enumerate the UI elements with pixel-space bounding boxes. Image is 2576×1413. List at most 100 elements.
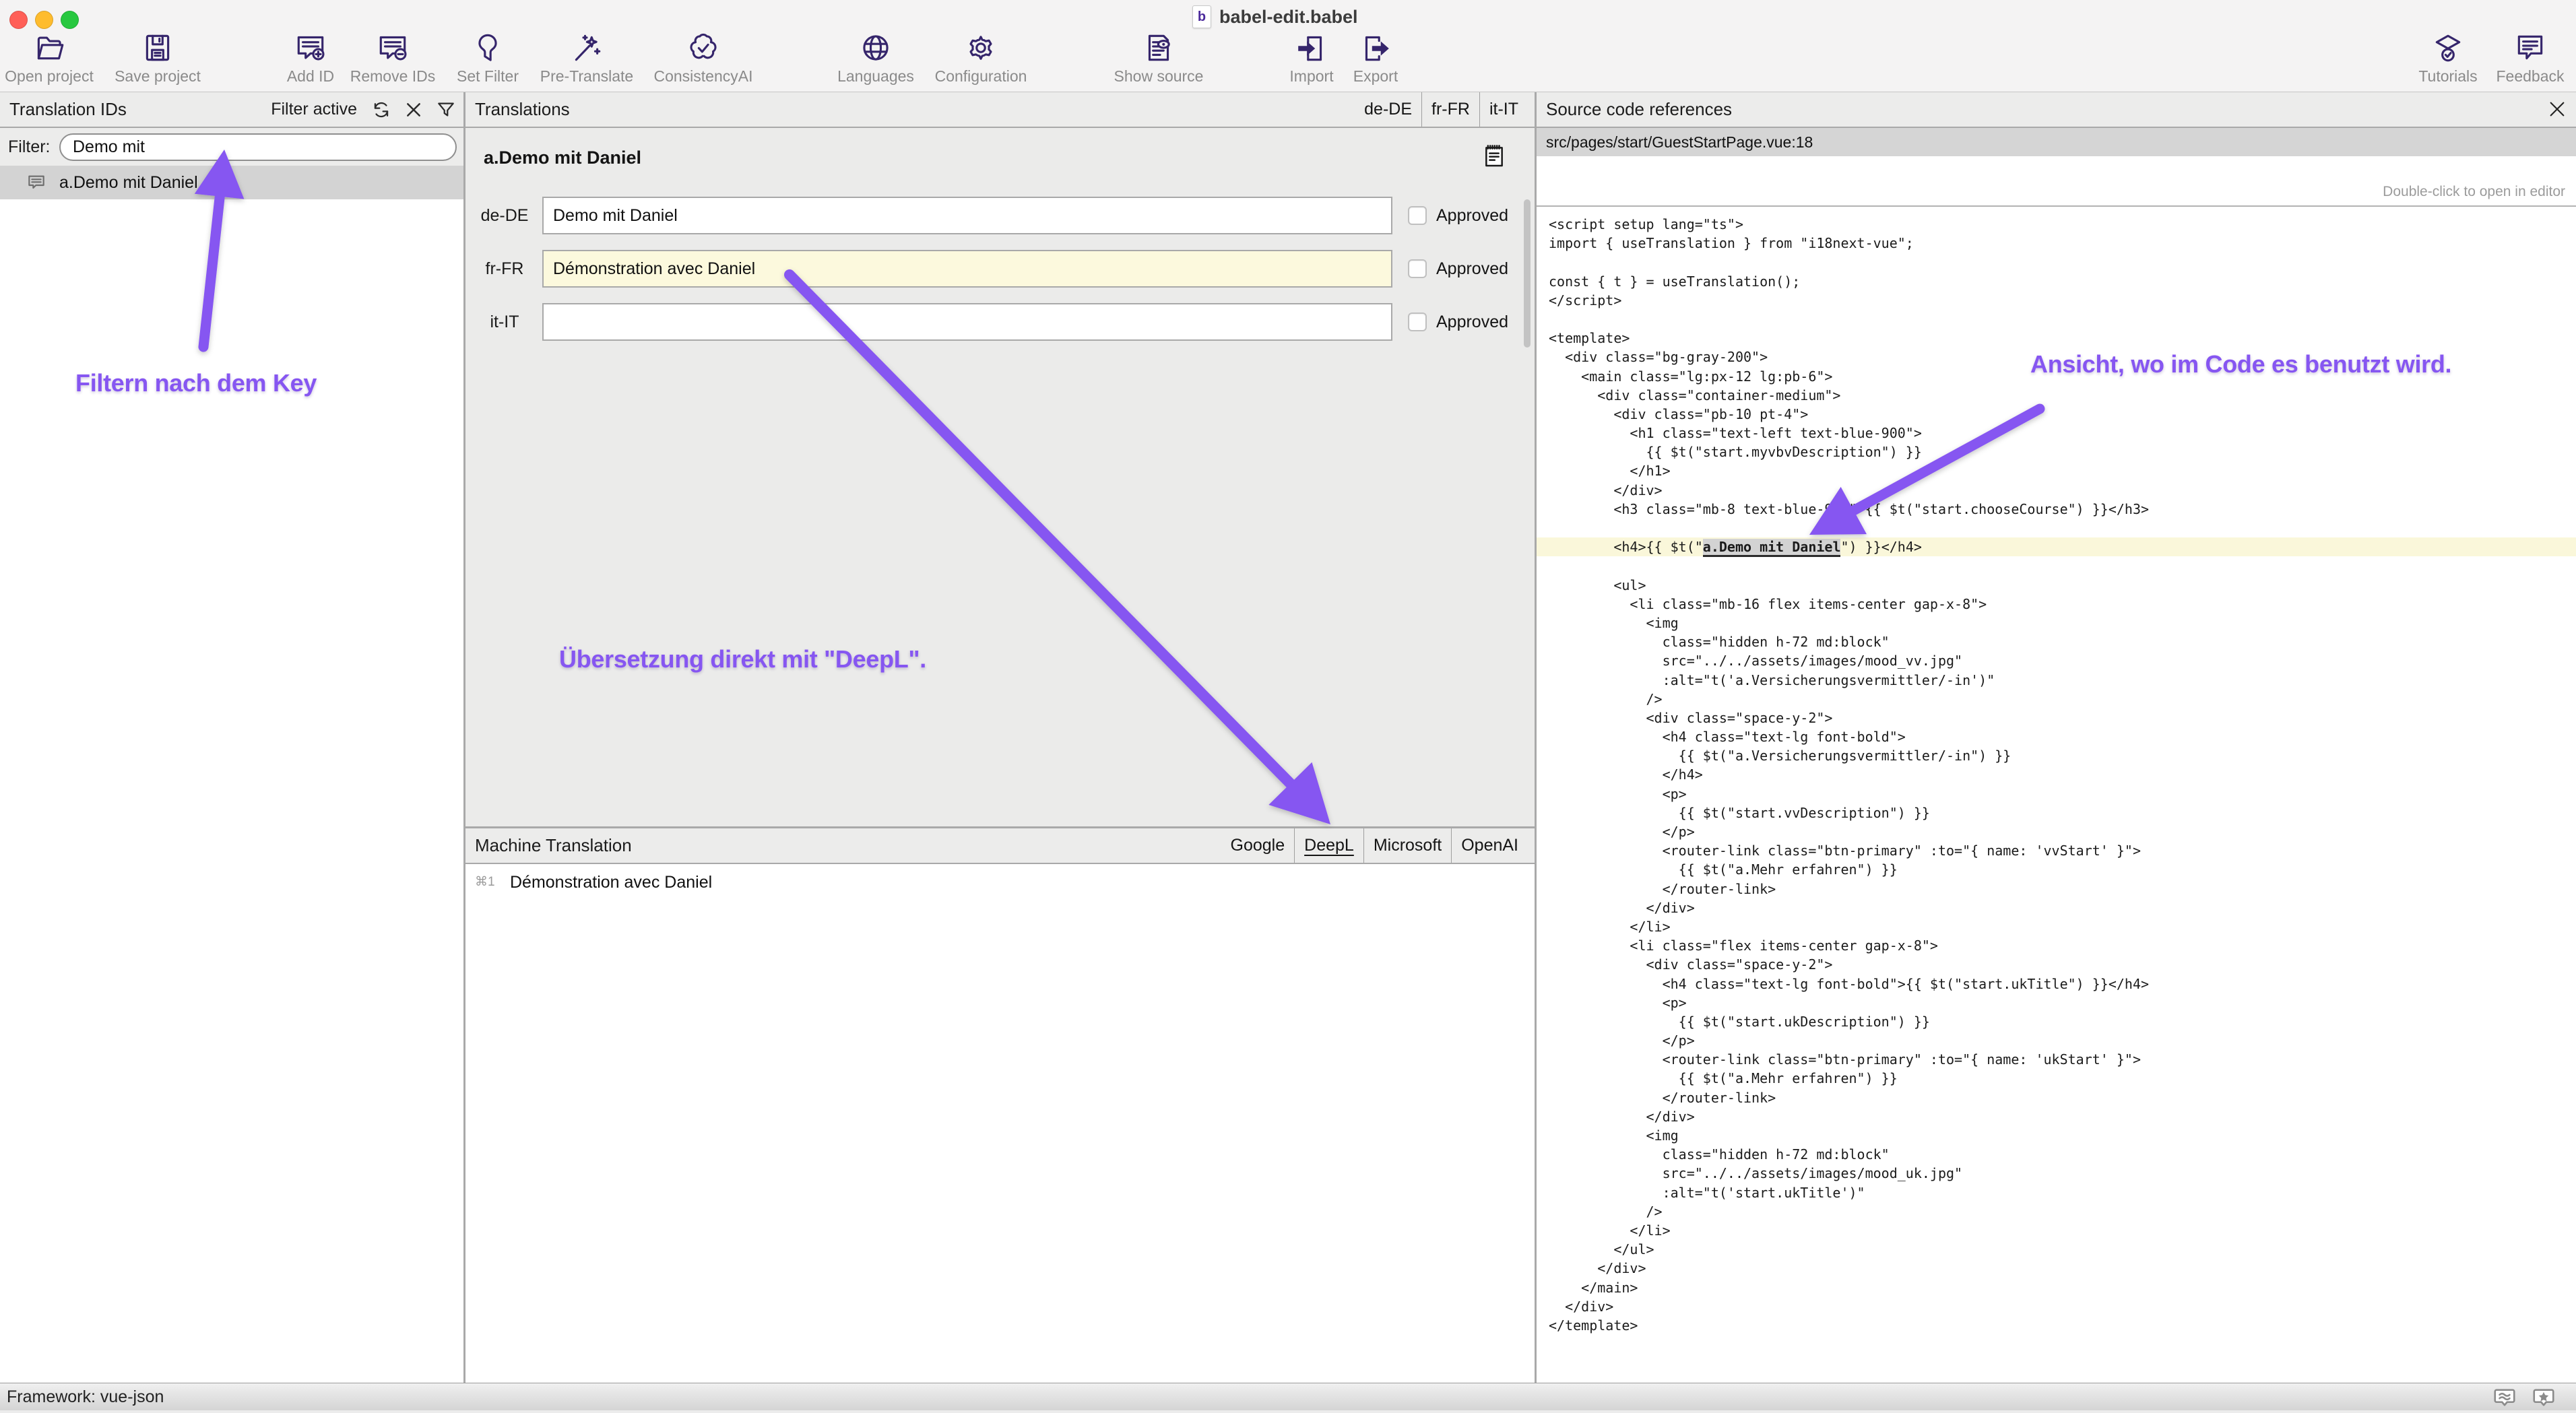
chat-waves-icon[interactable]: [2492, 1385, 2517, 1413]
code-line: </div>: [1537, 481, 2576, 500]
code-line: <p>: [1537, 993, 2576, 1012]
approved-checkbox[interactable]: [1408, 313, 1427, 331]
translation-input-fr-FR[interactable]: [542, 250, 1392, 288]
code-line: </h4>: [1537, 765, 2576, 784]
filter-funnel-icon[interactable]: [435, 99, 457, 121]
chat-star-icon[interactable]: [2532, 1385, 2556, 1413]
toolbar-feedback[interactable]: Feedback: [2470, 31, 2576, 86]
machine-translation-background: [465, 865, 1535, 1383]
traffic-lights: [9, 11, 79, 29]
code-line: </template>: [1537, 1316, 2576, 1335]
toolbar-consistency-ai[interactable]: ConsistencyAI: [643, 31, 764, 86]
translation-input-it-IT[interactable]: [542, 303, 1392, 341]
pre-translate-icon: [526, 31, 647, 66]
code-line: {{ $t("a.Mehr erfahren") }}: [1537, 860, 2576, 879]
entry-id-heading: a.Demo mit Daniel: [484, 147, 641, 168]
toolbar-export[interactable]: Export: [1315, 31, 1436, 86]
machine-translation-suggestion[interactable]: ⌘1 Démonstration avec Daniel: [465, 867, 1535, 897]
language-label: it-IT: [474, 303, 536, 341]
tab-label: DeepL: [1304, 836, 1354, 855]
toolbar-item-label: Open project: [0, 67, 110, 86]
clear-filter-icon[interactable]: [403, 99, 424, 121]
code-line: </p>: [1537, 822, 2576, 841]
code-line: </router-link>: [1537, 880, 2576, 898]
framework-status: Framework: vue-json: [7, 1383, 164, 1410]
toolbar-item-label: Pre-Translate: [526, 67, 647, 86]
code-line: />: [1537, 1202, 2576, 1221]
tab-label: it-IT: [1489, 100, 1518, 119]
approved-checkbox[interactable]: [1408, 206, 1427, 225]
feedback-icon: [2470, 31, 2576, 66]
tab-google[interactable]: Google: [1221, 828, 1295, 863]
status-bar: Framework: vue-json: [0, 1383, 2576, 1410]
consistency-ai-icon: [643, 31, 764, 66]
toolbar-pre-translate[interactable]: Pre-Translate: [526, 31, 647, 86]
toolbar-save-project[interactable]: Save project: [97, 31, 218, 86]
suggestion-text: Démonstration avec Daniel: [510, 867, 712, 897]
toolbar-item-label: ConsistencyAI: [643, 67, 764, 86]
code-line: <li class="flex items-center gap-x-8">: [1537, 936, 2576, 955]
code-line: <div class="space-y-2">: [1537, 709, 2576, 727]
notepad-icon[interactable]: [1481, 142, 1508, 172]
machine-translation-header: Machine Translation Google DeepL Microsoft…: [465, 828, 1535, 864]
translations-scrollbar[interactable]: [1524, 199, 1531, 348]
code-line: [1537, 310, 2576, 329]
babel-file-icon: b: [1192, 5, 1211, 28]
close-icon[interactable]: [2546, 98, 2568, 123]
window-title-text: babel-edit.babel: [1219, 7, 1358, 28]
machine-translation-title: Machine Translation: [475, 828, 632, 863]
source-reference-path: src/pages/start/GuestStartPage.vue:18: [1537, 128, 2576, 156]
suggestion-shortcut: ⌘1: [475, 874, 495, 890]
provider-tabs: Google DeepL Microsoft OpenAI: [1221, 828, 1528, 863]
translation-row-it-IT: it-IT Approved: [465, 303, 1535, 342]
toolbar-languages[interactable]: Languages: [815, 31, 936, 86]
tab-microsoft[interactable]: Microsoft: [1363, 828, 1451, 863]
zoom-window-icon[interactable]: [61, 11, 79, 29]
toolbar-configuration[interactable]: Configuration: [920, 31, 1041, 86]
translation-ids-title: Translation IDs: [9, 92, 127, 127]
code-line: <router-link class="btn-primary" :to="{ …: [1537, 841, 2576, 860]
toolbar-show-source[interactable]: Show source: [1098, 31, 1219, 86]
configuration-icon: [920, 31, 1041, 66]
toolbar-item-label: Export: [1315, 67, 1436, 86]
code-line: src="../../assets/images/mood_uk.jpg": [1537, 1164, 2576, 1183]
tab-openai[interactable]: OpenAI: [1451, 828, 1528, 863]
tab-deepl[interactable]: DeepL: [1294, 828, 1363, 863]
code-line: [1537, 556, 2576, 575]
babeledit-window: b babel-edit.babel Open projectSave proj…: [0, 0, 2576, 1410]
approved-label: Approved: [1436, 197, 1508, 234]
translation-row-fr-FR: fr-FRApproved: [465, 250, 1535, 289]
code-line: {{ $t("a.Versicherungsvermittler/-in") }…: [1537, 746, 2576, 765]
approved-label: Approved: [1436, 250, 1508, 288]
source-reference-list: Double-click to open in editor: [1537, 156, 2576, 205]
close-window-icon[interactable]: [9, 11, 28, 29]
code-line: {{ $t("a.Mehr erfahren") }}: [1537, 1069, 2576, 1088]
refresh-icon[interactable]: [371, 99, 392, 121]
tab-it-it[interactable]: it-IT: [1479, 92, 1528, 127]
open-project-icon: [0, 31, 110, 66]
code-line: <div class="pb-10 pt-4">: [1537, 405, 2576, 424]
toolbar-open-project[interactable]: Open project: [0, 31, 110, 86]
code-line: </h1>: [1537, 461, 2576, 480]
code-line: [1537, 519, 2576, 537]
filter-input[interactable]: [59, 133, 457, 161]
filter-label: Filter:: [8, 128, 51, 166]
translation-id-item[interactable]: a.Demo mit Daniel: [0, 166, 463, 199]
tab-fr-fr[interactable]: fr-FR: [1421, 92, 1479, 127]
language-label: de-DE: [474, 197, 536, 234]
tab-de-de[interactable]: de-DE: [1355, 92, 1421, 127]
toolbar-item-label: Save project: [97, 67, 218, 86]
approved-checkbox[interactable]: [1408, 259, 1427, 278]
approved-label: Approved: [1436, 303, 1508, 341]
code-line: <h4>{{ $t("a.Demo mit Daniel") }}</h4>: [1537, 537, 2576, 556]
code-line: </ul>: [1537, 1240, 2576, 1259]
minimize-window-icon[interactable]: [35, 11, 53, 29]
window-title: b babel-edit.babel: [1192, 4, 1358, 30]
translation-input-de-DE[interactable]: [542, 197, 1392, 234]
tab-label: OpenAI: [1461, 836, 1518, 855]
translations-title: Translations: [475, 92, 570, 127]
highlighted-translation-key: a.Demo mit Daniel: [1703, 539, 1841, 557]
tab-label: de-DE: [1364, 100, 1412, 119]
source-reference-row[interactable]: src/pages/start/GuestStartPage.vue:18: [1537, 128, 2576, 156]
language-tabs: de-DE fr-FR it-IT: [1355, 92, 1528, 127]
